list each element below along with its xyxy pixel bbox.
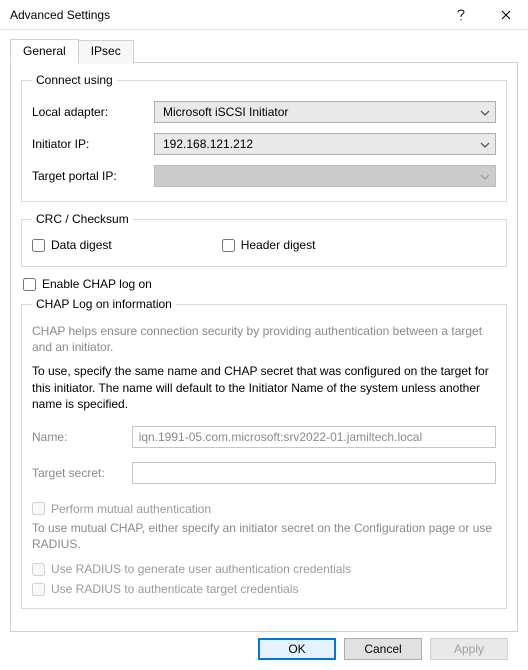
cancel-button[interactable]: Cancel <box>344 638 422 660</box>
initiator-ip-label: Initiator IP: <box>32 137 154 151</box>
mutual-help-text: To use mutual CHAP, either specify an in… <box>32 520 496 552</box>
tab-strip: General IPsec <box>10 38 518 63</box>
enable-chap-label: Enable CHAP log on <box>42 277 152 291</box>
mutual-auth-label: Perform mutual authentication <box>51 502 211 516</box>
radius-auth-label: Use RADIUS to authenticate target creden… <box>51 582 298 596</box>
group-connect-using: Connect using Local adapter: Microsoft i… <box>21 73 507 202</box>
enable-chap-checkbox[interactable]: Enable CHAP log on <box>23 277 507 291</box>
radius-generate-input <box>32 563 45 576</box>
mutual-auth-checkbox: Perform mutual authentication <box>32 502 496 516</box>
chap-name-field[interactable] <box>132 426 496 448</box>
target-portal-ip-label: Target portal IP: <box>32 169 154 183</box>
group-connect-legend: Connect using <box>32 73 117 87</box>
radius-generate-checkbox: Use RADIUS to generate user authenticati… <box>32 562 496 576</box>
mutual-auth-input <box>32 502 45 515</box>
target-portal-ip-select[interactable] <box>154 165 496 187</box>
radius-auth-checkbox: Use RADIUS to authenticate target creden… <box>32 582 496 596</box>
chap-secret-label: Target secret: <box>32 466 132 480</box>
group-chap-legend: CHAP Log on information <box>32 297 176 311</box>
header-digest-label: Header digest <box>241 238 316 252</box>
chap-help-text-2: To use, specify the same name and CHAP s… <box>32 363 496 412</box>
initiator-ip-select[interactable]: 192.168.121.212 <box>154 133 496 155</box>
header-digest-checkbox[interactable]: Header digest <box>222 238 316 252</box>
group-chap-logon: CHAP Log on information CHAP helps ensur… <box>21 297 507 609</box>
window-title: Advanced Settings <box>10 8 438 22</box>
enable-chap-input[interactable] <box>23 278 36 291</box>
radius-generate-label: Use RADIUS to generate user authenticati… <box>51 562 351 576</box>
data-digest-label: Data digest <box>51 238 112 252</box>
help-button[interactable] <box>438 0 483 30</box>
tab-general[interactable]: General <box>10 39 79 63</box>
data-digest-checkbox[interactable]: Data digest <box>32 238 112 252</box>
local-adapter-value: Microsoft iSCSI Initiator <box>154 101 496 123</box>
apply-button[interactable]: Apply <box>430 638 508 660</box>
header-digest-input[interactable] <box>222 239 235 252</box>
titlebar: Advanced Settings <box>0 0 528 30</box>
local-adapter-select[interactable]: Microsoft iSCSI Initiator <box>154 101 496 123</box>
client-area: General IPsec Connect using Local adapte… <box>0 30 528 670</box>
local-adapter-label: Local adapter: <box>32 105 154 119</box>
chap-name-label: Name: <box>32 430 132 444</box>
dialog-button-row: OK Cancel Apply <box>10 632 518 670</box>
group-crc-legend: CRC / Checksum <box>32 212 133 226</box>
chap-secret-field[interactable] <box>132 462 496 484</box>
ok-button[interactable]: OK <box>258 638 336 660</box>
group-crc-checksum: CRC / Checksum Data digest Header digest <box>21 212 507 267</box>
tab-ipsec[interactable]: IPsec <box>78 40 134 64</box>
close-button[interactable] <box>483 0 528 30</box>
tab-panel-general: Connect using Local adapter: Microsoft i… <box>10 63 518 632</box>
radius-auth-input <box>32 583 45 596</box>
target-portal-ip-value <box>154 165 496 187</box>
chap-help-text-1: CHAP helps ensure connection security by… <box>32 323 496 355</box>
initiator-ip-value: 192.168.121.212 <box>154 133 496 155</box>
data-digest-input[interactable] <box>32 239 45 252</box>
